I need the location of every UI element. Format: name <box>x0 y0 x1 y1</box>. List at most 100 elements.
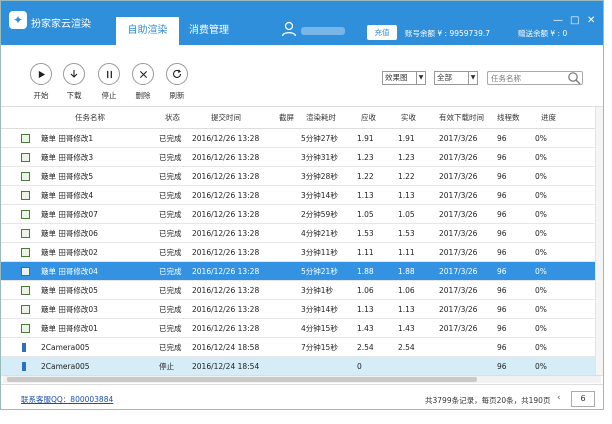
render-duration-cell: 2分钟59秒 <box>301 210 338 219</box>
task-name-cell: 簸单 田哥修改01 <box>41 324 98 333</box>
search-icon[interactable] <box>567 71 581 85</box>
column-header-submit-time[interactable]: 提交时间 <box>211 107 241 129</box>
view-type-select[interactable]: 效果图 ▼ <box>382 71 426 85</box>
table-row[interactable]: 簸单 田哥修改1 已完成 2016/12/26 13:28 5分钟27秒 1.91 1.9… <box>1 129 603 148</box>
submit-time-cell: 2016/12/26 13:28 <box>192 153 260 162</box>
progress-cell: 0% <box>535 229 547 238</box>
status-filter-select[interactable]: 全部 ▼ <box>434 71 478 85</box>
download-expiry-cell: 2017/3/26 <box>439 134 478 143</box>
submit-time-cell: 2016/12/26 13:28 <box>192 134 260 143</box>
threads-cell: 96 <box>497 191 507 200</box>
task-name-cell: 簸单 田哥修改03 <box>41 305 98 314</box>
amount-paid-cell: 1.22 <box>398 172 415 181</box>
task-name-cell: 簸单 田哥修改07 <box>41 210 98 219</box>
column-header-task-name[interactable]: 任务名称 <box>75 107 105 129</box>
column-header-render-duration[interactable]: 渲染耗时 <box>306 107 336 129</box>
progress-cell: 0% <box>535 172 547 181</box>
toolbar: 开始 下载 停止 删除 刷新 效果图 ▼ 全部 ▼ 任务名称 <box>1 45 603 107</box>
download-icon <box>63 63 85 85</box>
delete-button[interactable]: 删除 <box>130 63 156 101</box>
download-label: 下载 <box>66 91 82 100</box>
close-window-button[interactable]: ✕ <box>587 15 595 26</box>
camera-icon <box>21 362 27 371</box>
task-name-cell: 簸单 田哥修改06 <box>41 229 98 238</box>
threads-cell: 96 <box>497 153 507 162</box>
table-row[interactable]: 簸单 田哥修改06 已完成 2016/12/26 13:28 4分钟21秒 1.53 1.… <box>1 224 603 243</box>
render-duration-cell: 5分钟21秒 <box>301 267 338 276</box>
amount-due-cell: 1.11 <box>357 248 374 257</box>
table-row[interactable]: 簸单 田哥修改03 已完成 2016/12/26 13:28 3分钟14秒 1.13 1.… <box>1 300 603 319</box>
recharge-button[interactable]: 充值 <box>367 25 397 40</box>
chevron-down-icon: ▼ <box>468 72 477 84</box>
username-redacted <box>301 27 345 35</box>
chevron-down-icon: ▼ <box>416 72 425 84</box>
threads-cell: 96 <box>497 267 507 276</box>
amount-due-cell: 1.06 <box>357 286 374 295</box>
task-name-cell: 簸单 田哥修改3 <box>41 153 94 162</box>
submit-time-cell: 2016/12/26 13:28 <box>192 267 260 276</box>
column-header-screenshot[interactable]: 截屏 <box>279 107 294 129</box>
stop-button[interactable]: 停止 <box>96 63 122 101</box>
task-name-cell: 2Camera005 <box>41 343 90 352</box>
column-header-progress[interactable]: 进度 <box>541 107 556 129</box>
amount-paid-cell: 1.91 <box>398 134 415 143</box>
image-icon <box>21 134 30 143</box>
table-row[interactable]: 2Camera005 停止 2016/12/24 18:54 0 96 0% <box>1 357 603 376</box>
threads-cell: 96 <box>497 324 507 333</box>
previous-page-button[interactable]: ‹ <box>557 393 561 403</box>
submit-time-cell: 2016/12/26 13:28 <box>192 286 260 295</box>
start-label: 开始 <box>33 91 49 100</box>
table-row[interactable]: 簸单 田哥修改04 已完成 2016/12/26 13:28 5分钟21秒 1.88 1.… <box>1 262 603 281</box>
image-icon <box>21 305 30 314</box>
column-header-amount-paid[interactable]: 实收 <box>401 107 416 129</box>
table-row[interactable]: 簸单 田哥修改4 已完成 2016/12/26 13:28 3分钟14秒 1.13 1.1… <box>1 186 603 205</box>
progress-cell: 0% <box>535 153 547 162</box>
minimize-button[interactable]: — <box>553 15 563 26</box>
download-expiry-cell: 2017/3/26 <box>439 210 478 219</box>
horizontal-scrollbar-thumb[interactable] <box>7 377 477 382</box>
maximize-button[interactable]: □ <box>570 15 579 26</box>
user-icon[interactable] <box>281 21 297 37</box>
amount-due-cell: 1.22 <box>357 172 374 181</box>
table-row[interactable]: 簸单 田哥修改3 已完成 2016/12/26 13:28 3分钟31秒 1.23 1.2… <box>1 148 603 167</box>
task-name-cell: 簸单 田哥修改02 <box>41 248 98 257</box>
start-button[interactable]: 开始 <box>28 63 54 101</box>
progress-cell: 0% <box>535 267 547 276</box>
threads-cell: 96 <box>497 210 507 219</box>
table-row[interactable]: 2Camera005 已完成 2016/12/24 18:58 7分钟15秒 2.54 2… <box>1 338 603 357</box>
amount-due-cell: 1.53 <box>357 229 374 238</box>
current-page-input[interactable]: 6 <box>571 391 595 407</box>
threads-cell: 96 <box>497 248 507 257</box>
table-row[interactable]: 簸单 田哥修改07 已完成 2016/12/26 13:28 2分钟59秒 1.05 1.… <box>1 205 603 224</box>
refresh-button[interactable]: 刷新 <box>164 63 190 101</box>
download-expiry-cell: 2017/3/26 <box>439 324 478 333</box>
task-name-cell: 簸单 田哥修改4 <box>41 191 94 200</box>
submit-time-cell: 2016/12/26 13:28 <box>192 210 260 219</box>
render-duration-cell: 3分钟14秒 <box>301 305 338 314</box>
download-button[interactable]: 下载 <box>61 63 87 101</box>
table-row[interactable]: 簸单 田哥修改01 已完成 2016/12/26 13:28 4分钟15秒 1.43 1.… <box>1 319 603 338</box>
status-cell: 已完成 <box>159 229 182 238</box>
amount-due-cell: 0 <box>357 362 362 371</box>
column-header-download-expiry[interactable]: 有效下载时间 <box>439 107 484 129</box>
tab-self-render[interactable]: 自助渲染 <box>116 17 179 45</box>
threads-cell: 96 <box>497 305 507 314</box>
horizontal-scrollbar[interactable] <box>3 375 601 383</box>
table-row[interactable]: 簸单 田哥修改02 已完成 2016/12/26 13:28 3分钟11秒 1.11 1.… <box>1 243 603 262</box>
column-header-threads[interactable]: 线程数 <box>497 107 520 129</box>
table-row[interactable]: 簸单 田哥修改05 已完成 2016/12/26 13:28 3分钟1秒 1.06 1.0… <box>1 281 603 300</box>
table-header: 任务名称 状态 提交时间 截屏 渲染耗时 应收 实收 有效下载时间 线程数 进度 <box>1 107 603 129</box>
pause-icon <box>98 63 120 85</box>
table-row[interactable]: 簸单 田哥修改5 已完成 2016/12/26 13:28 3分钟28秒 1.22 1.2… <box>1 167 603 186</box>
column-header-amount-due[interactable]: 应收 <box>361 107 376 129</box>
image-icon <box>21 324 30 333</box>
footer-bar: 联系客服QQ：800003884 共3799条记录，每页20条，共190页 ‹ … <box>1 384 603 409</box>
amount-due-cell: 1.23 <box>357 153 374 162</box>
progress-cell: 0% <box>535 286 547 295</box>
vertical-scrollbar[interactable] <box>595 107 603 375</box>
download-expiry-cell: 2017/3/26 <box>439 172 478 181</box>
support-qq-link[interactable]: 联系客服QQ：800003884 <box>21 394 113 405</box>
tab-consumption-management[interactable]: 消费管理 <box>189 17 229 45</box>
column-header-status[interactable]: 状态 <box>165 107 180 129</box>
status-cell: 已完成 <box>159 210 182 219</box>
